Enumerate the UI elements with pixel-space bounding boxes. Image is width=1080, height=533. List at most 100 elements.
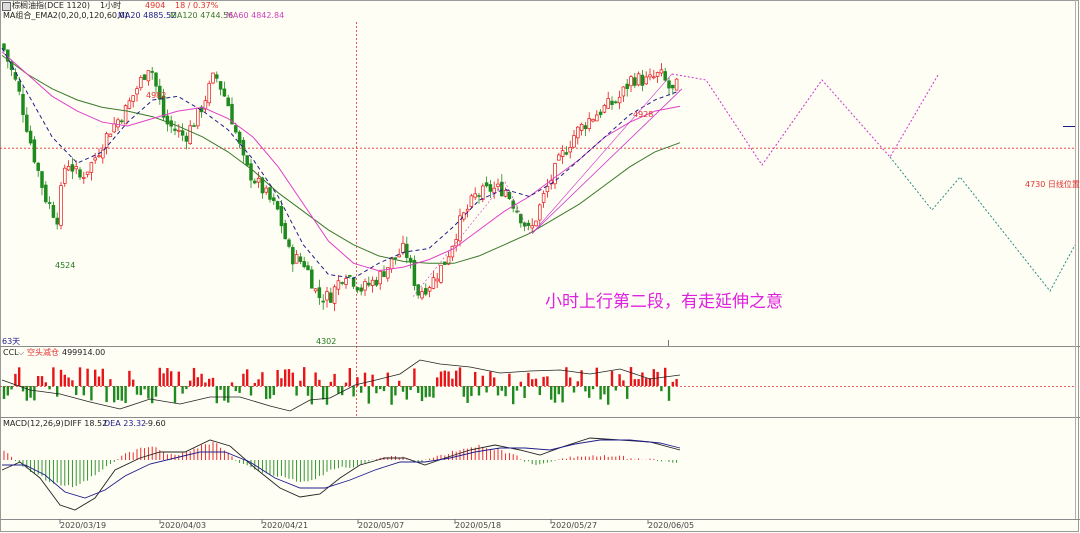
ccl-bar-up (329, 381, 332, 386)
candle-up (127, 100, 132, 109)
days-label: 63天 (2, 337, 21, 346)
projection-path-up (671, 73, 939, 166)
candle-up (332, 286, 337, 304)
ccl-bar-up (671, 381, 674, 386)
ccl-bar-up (63, 374, 66, 386)
ccl-label: 空头减仓 (27, 348, 59, 357)
ccl-bar-up (610, 371, 614, 386)
ccl-bar-down (219, 386, 222, 390)
candle-down (488, 184, 493, 192)
ccl-dropdown-icon[interactable]: ⌵ (18, 348, 24, 358)
candle-up (492, 187, 496, 194)
ccl-bar-down (48, 386, 51, 390)
ccl-bar-down (515, 386, 519, 391)
ccl-bar-down (295, 386, 298, 396)
candle-down (272, 197, 276, 202)
ccl-bar-up (333, 373, 336, 386)
candle-up (401, 243, 405, 254)
ccl-bar-down (147, 386, 150, 399)
candle-down (249, 163, 253, 181)
candle-down (287, 239, 291, 247)
ccl-bar-down (325, 386, 329, 405)
candle-up (579, 123, 584, 131)
candle-up (572, 135, 576, 148)
ccl-bar-up (458, 367, 462, 386)
ccl-bar-down (572, 386, 576, 393)
candle-up (541, 193, 546, 203)
ccl-bar-down (603, 386, 606, 395)
candle-up (652, 76, 656, 79)
candle-down (275, 201, 280, 210)
ccl-bar-down (382, 386, 386, 392)
candle-down (355, 287, 360, 291)
ccl-bar-down (667, 386, 671, 401)
ccl-bar-down (390, 386, 393, 405)
ccl-bar-up (489, 371, 492, 386)
ccl-bar-up (565, 367, 568, 386)
ccl-bar-down (409, 386, 412, 390)
macd-dropdown-icon[interactable]: ⌵ (53, 419, 59, 429)
instrument-name[interactable]: 棕榈油指(DCE 1120) (12, 1, 90, 11)
ccl-bar-up (253, 382, 256, 386)
ccl-bar-up (637, 379, 640, 386)
ccl-bar-down (375, 386, 378, 394)
macd-diff: DIFF 18.52 (64, 419, 108, 428)
candle-down (511, 200, 515, 209)
ccl-indicator-name[interactable]: CCL (3, 348, 19, 358)
candle-up (74, 166, 78, 170)
macd-value: -9.60 (145, 419, 166, 428)
period-label[interactable]: 1小时 (100, 1, 121, 11)
ccl-bar-down (2, 386, 6, 399)
candle-up (420, 291, 424, 299)
candle-down (40, 171, 44, 188)
candle-up (560, 150, 565, 157)
x-tick-label: 2020/03/19 (60, 521, 107, 530)
candle-up (59, 185, 63, 226)
candle-up (146, 70, 151, 82)
candle-up (188, 125, 192, 144)
ccl-bar-down (139, 386, 142, 396)
candle-down (340, 282, 344, 284)
ma-group-label[interactable]: MA组合_EMA2(0,20,0,120,60,0) (3, 11, 128, 21)
candle-down (51, 204, 56, 218)
ccl-bar-up (493, 377, 496, 386)
instrument-icon[interactable] (2, 2, 11, 11)
candle-down (218, 81, 223, 90)
ccl-bar-down (470, 386, 473, 397)
ccl-bar-up (641, 372, 644, 386)
ccl-bar-up (363, 372, 367, 386)
candle-down (184, 135, 189, 142)
candle-down (25, 114, 29, 132)
ccl-bar-down (120, 386, 123, 401)
candle-down (21, 93, 25, 116)
candle-down (359, 287, 363, 292)
ccl-bar-up (447, 371, 450, 386)
candle-up (325, 291, 329, 301)
candle-up (370, 279, 375, 286)
ccl-bar-down (82, 386, 85, 396)
ccl-bar-up (318, 379, 321, 386)
ma120-line (1, 54, 681, 264)
candle-up (104, 133, 109, 148)
price-change: 18 / 0.37% (175, 1, 219, 10)
ccl-bar-down (557, 386, 560, 395)
candle-down (564, 152, 569, 155)
candle-down (17, 81, 21, 92)
x-tick-label: 2020/06/05 (648, 521, 695, 530)
ccl-bar-down (584, 386, 587, 392)
candle-up (431, 277, 436, 289)
ccl-bar-up (132, 379, 135, 386)
ccl-bar-up (44, 382, 47, 386)
ccl-bar-up (656, 371, 659, 386)
ccl-bar-down (417, 386, 420, 393)
candle-down (36, 162, 40, 171)
candle-up (659, 69, 664, 74)
candle-down (484, 182, 489, 187)
candle-down (120, 120, 124, 123)
ccl-bar-up (242, 373, 245, 386)
ccl-bar-up (276, 370, 279, 386)
ccl-bar-up (314, 372, 317, 386)
projection-path-down (889, 156, 1076, 292)
ccl-bar-up (162, 373, 165, 386)
x-tick-label: 2020/05/07 (358, 521, 405, 530)
